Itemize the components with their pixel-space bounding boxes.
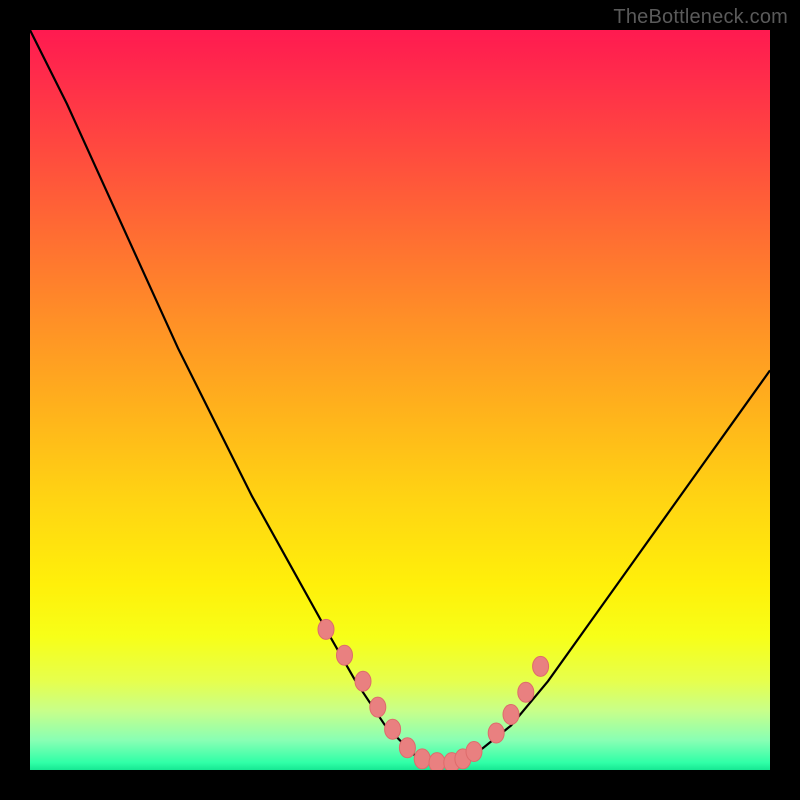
highlight-markers-group — [318, 619, 549, 770]
highlight-marker — [370, 697, 386, 717]
highlight-marker — [518, 682, 534, 702]
highlight-marker — [399, 738, 415, 758]
highlight-marker — [318, 619, 334, 639]
watermark-text: TheBottleneck.com — [613, 6, 788, 29]
highlight-marker — [429, 753, 445, 770]
chart-svg — [30, 30, 770, 770]
plot-area — [30, 30, 770, 770]
highlight-marker — [414, 749, 430, 769]
highlight-marker — [355, 671, 371, 691]
highlight-marker — [488, 723, 504, 743]
highlight-marker — [466, 742, 482, 762]
highlight-marker — [503, 705, 519, 725]
highlight-marker — [337, 645, 353, 665]
bottleneck-curve-path — [30, 30, 770, 763]
highlight-marker — [533, 656, 549, 676]
chart-frame — [30, 30, 770, 770]
highlight-marker — [385, 719, 401, 739]
